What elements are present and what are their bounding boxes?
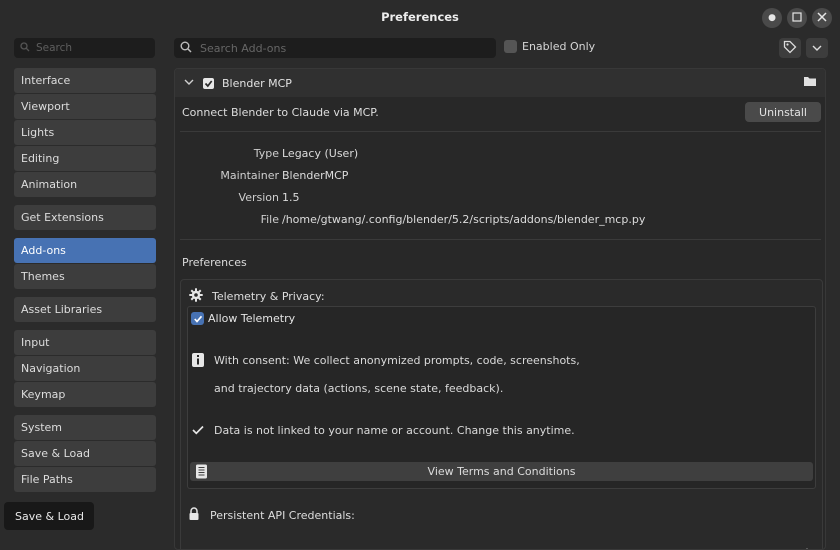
gear-icon (189, 288, 203, 305)
info-key: Version (238, 191, 279, 204)
sidebar-item-animation[interactable]: Animation (14, 172, 156, 197)
sidebar-item-save-load[interactable]: Save & Load (14, 441, 156, 466)
sidebar-item-keymap[interactable]: Keymap (14, 382, 156, 407)
info-row-file: File /home/gtwang/.config/blender/5.2/sc… (175, 213, 825, 231)
preferences-sidebar: Search Interface Viewport Lights Editing… (0, 34, 166, 550)
sidebar-group-addons: Add-ons Themes (14, 238, 156, 290)
addon-name: Blender MCP (222, 77, 292, 90)
window-title: Preferences (381, 10, 459, 24)
addon-preferences-box: Telemetry & Privacy: Allow Telemetry Wit… (180, 279, 823, 549)
tag-filter-button[interactable] (779, 38, 801, 58)
sidebar-item-themes[interactable]: Themes (14, 264, 156, 289)
sidebar-item-system[interactable]: System (14, 415, 156, 440)
document-icon (195, 464, 208, 482)
addon-enable-checkbox[interactable] (203, 78, 214, 89)
chevron-up-icon[interactable] (802, 544, 812, 549)
tooltip: Save & Load (4, 502, 94, 530)
dot-icon: ● (768, 13, 776, 23)
sidebar-search-input[interactable]: Search (14, 38, 155, 58)
info-key: File (260, 213, 279, 226)
info-key: Type (253, 147, 279, 160)
close-icon (817, 11, 827, 25)
consent-text-line2: and trajectory data (actions, scene stat… (214, 382, 504, 395)
sidebar-group-extensions: Get Extensions (14, 205, 156, 231)
sidebar-group-assets: Asset Libraries (14, 297, 156, 323)
enabled-only-label: Enabled Only (522, 40, 596, 53)
telemetry-title: Telemetry & Privacy: (212, 290, 325, 303)
addon-search-input[interactable]: Search Add-ons (174, 38, 496, 58)
sidebar-item-navigation[interactable]: Navigation (14, 356, 156, 381)
sidebar-item-get-extensions[interactable]: Get Extensions (14, 205, 156, 230)
sidebar-group-system: System Save & Load File Paths (14, 415, 156, 493)
preferences-heading: Preferences (182, 256, 247, 269)
enabled-only-checkbox[interactable] (504, 40, 517, 53)
check-icon (192, 425, 204, 438)
filter-dropdown-button[interactable] (806, 38, 828, 58)
addon-panel: Blender MCP Connect Blender to Claude vi… (174, 68, 826, 550)
info-icon (192, 353, 204, 370)
sidebar-item-lights[interactable]: Lights (14, 120, 156, 145)
chevron-down-icon[interactable] (183, 77, 195, 90)
sidebar-item-viewport[interactable]: Viewport (14, 94, 156, 119)
allow-telemetry-toggle[interactable]: Allow Telemetry (191, 312, 295, 325)
view-terms-label: View Terms and Conditions (427, 465, 576, 478)
maximize-icon (792, 11, 802, 25)
title-bar: Preferences ● (0, 0, 840, 34)
addons-main-area: Search Add-ons Enabled Only Blender MCP (166, 34, 840, 550)
info-value: Legacy (User) (282, 147, 359, 160)
info-value: /home/gtwang/.config/blender/5.2/scripts… (282, 213, 646, 226)
search-icon (180, 41, 192, 56)
sidebar-item-interface[interactable]: Interface (14, 68, 156, 93)
divider (180, 131, 821, 132)
search-icon (20, 41, 30, 55)
addon-search-placeholder: Search Add-ons (200, 41, 287, 55)
info-value: BlenderMCP (282, 169, 349, 182)
maximize-button[interactable] (787, 8, 807, 28)
addon-description: Connect Blender to Claude via MCP. (182, 106, 379, 119)
close-button[interactable] (812, 8, 832, 28)
info-row-version: Version 1.5 (175, 191, 825, 209)
sidebar-item-addons[interactable]: Add-ons (14, 238, 156, 263)
tag-icon (783, 40, 797, 57)
info-row-type: Type Legacy (User) (175, 147, 825, 165)
view-terms-button[interactable]: View Terms and Conditions (190, 462, 813, 481)
addon-header[interactable]: Blender MCP (175, 69, 825, 97)
not-linked-text: Data is not linked to your name or accou… (214, 424, 575, 437)
credentials-title: Persistent API Credentials: (210, 508, 355, 522)
sidebar-search-placeholder: Search (36, 42, 73, 54)
credentials-section-header: Persistent API Credentials: (188, 507, 355, 523)
uninstall-button[interactable]: Uninstall (745, 102, 821, 122)
divider (180, 239, 821, 240)
window-pin-button[interactable]: ● (762, 8, 782, 28)
sidebar-item-input[interactable]: Input (14, 330, 156, 355)
telemetry-section-header: Telemetry & Privacy: (189, 288, 325, 305)
info-row-maintainer: Maintainer BlenderMCP (175, 169, 825, 187)
consent-text-line1: With consent: We collect anonymized prom… (214, 354, 580, 367)
allow-telemetry-checkbox[interactable] (191, 312, 204, 325)
enabled-only-toggle[interactable]: Enabled Only (504, 40, 595, 53)
lock-icon (188, 507, 200, 523)
telemetry-content: Allow Telemetry With consent: We collect… (187, 306, 816, 489)
chevron-down-icon (812, 42, 822, 55)
folder-icon[interactable] (803, 75, 817, 90)
info-key: Maintainer (220, 169, 279, 182)
sidebar-item-file-paths[interactable]: File Paths (14, 467, 156, 492)
sidebar-group-input: Input Navigation Keymap (14, 330, 156, 408)
sidebar-group-interface: Interface Viewport Lights Editing Animat… (14, 68, 156, 198)
sidebar-item-asset-libraries[interactable]: Asset Libraries (14, 297, 156, 322)
info-value: 1.5 (282, 191, 300, 204)
sidebar-item-editing[interactable]: Editing (14, 146, 156, 171)
allow-telemetry-label: Allow Telemetry (208, 312, 296, 325)
